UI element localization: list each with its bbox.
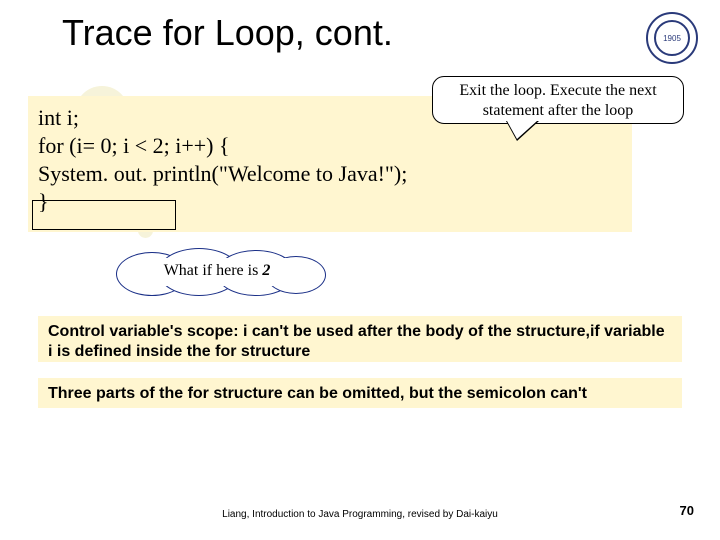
logo-year: 1905 — [654, 20, 690, 56]
code-line-4: } — [38, 188, 622, 216]
university-logo: 1905 — [646, 12, 698, 64]
exit-loop-callout: Exit the loop. Execute the next statemen… — [432, 76, 684, 124]
callout-line2: statement after the loop — [439, 101, 677, 121]
footer-citation: Liang, Introduction to Java Programming,… — [0, 509, 720, 520]
slide-title: Trace for Loop, cont. — [62, 12, 393, 54]
callout-line1: Exit the loop. Execute the next — [439, 81, 677, 101]
what-if-cloud-callout: What if here is 2 — [116, 248, 318, 294]
page-number: 70 — [680, 503, 694, 518]
whatif-prefix: What if here is — [164, 262, 259, 280]
whatif-number: 2 — [262, 262, 270, 280]
code-line-3: System. out. println("Welcome to Java!")… — [38, 160, 622, 188]
omission-note: Three parts of the for structure can be … — [38, 378, 682, 408]
scope-note: Control variable's scope: i can't be use… — [38, 316, 682, 362]
